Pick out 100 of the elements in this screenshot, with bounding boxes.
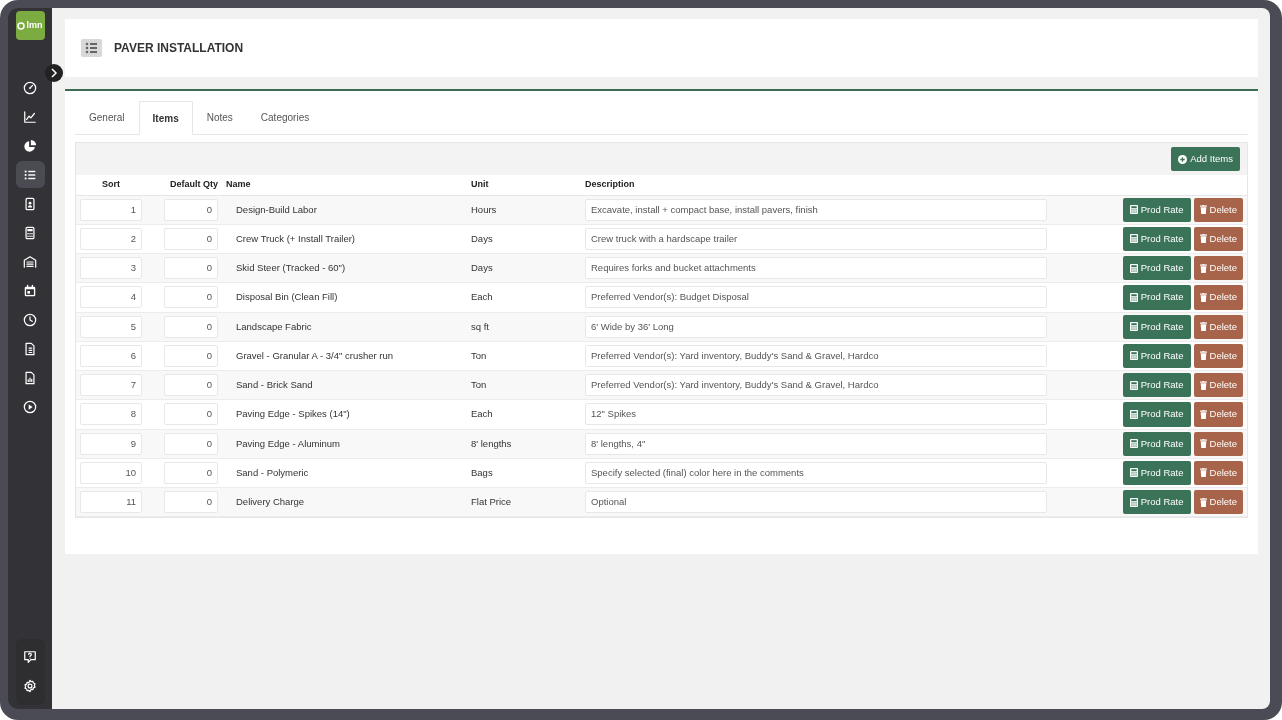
description-field[interactable]: Excavate, install + compact base, install pavers, finish <box>585 198 1047 221</box>
delete-button[interactable]: Delete <box>1193 431 1243 456</box>
delete-button[interactable]: Delete <box>1193 343 1243 368</box>
report-icon <box>23 370 37 385</box>
item-name: Paving Edge - Spikes (14") <box>236 408 350 420</box>
quantity-field[interactable]: 0 <box>164 227 218 250</box>
column-header: Default Qty <box>146 175 222 195</box>
description-field[interactable]: Preferred Vendor(s): Yard inventory, Buddy's Sand & Gravel, Hardco <box>585 344 1047 367</box>
page-title: PAVER INSTALLATION <box>114 40 244 57</box>
quantity-field[interactable]: 0 <box>164 461 218 484</box>
trash-icon <box>1199 205 1207 215</box>
item-unit: Days <box>471 232 493 244</box>
quantity-field[interactable]: 0 <box>164 257 218 280</box>
prod-rate-button[interactable]: Prod Rate <box>1122 431 1191 456</box>
description-field[interactable]: Preferred Vendor(s): Budget Disposal <box>585 286 1047 309</box>
prod-rate-button[interactable]: Prod Rate <box>1122 402 1191 427</box>
clock-icon <box>23 312 37 327</box>
sort-field[interactable]: 1 <box>80 198 142 221</box>
delete-button[interactable]: Delete <box>1193 197 1243 222</box>
sort-field[interactable]: 2 <box>80 227 142 250</box>
quantity-field[interactable]: 0 <box>164 344 218 367</box>
item-name: Crew Truck (+ Install Trailer) <box>236 232 356 244</box>
list-icon <box>81 39 102 57</box>
prod-rate-button[interactable]: Prod Rate <box>1122 373 1191 398</box>
calculator-icon <box>1129 380 1138 390</box>
calculator-icon <box>1129 205 1138 215</box>
column-header: Description <box>581 175 1051 195</box>
description-field[interactable]: 8' lengths, 4" <box>585 432 1047 455</box>
sort-field[interactable]: 11 <box>80 491 142 514</box>
tab[interactable]: Categories <box>246 101 324 134</box>
calculator-icon <box>1129 351 1138 361</box>
description-field[interactable]: 12" Spikes <box>585 403 1047 426</box>
prod-rate-button[interactable]: Prod Rate <box>1122 197 1191 222</box>
item-unit: Bags <box>471 466 493 478</box>
add-items-button[interactable]: Add Items <box>1171 146 1240 172</box>
prod-rate-button[interactable]: Prod Rate <box>1122 314 1191 339</box>
column-header: Unit <box>467 175 581 195</box>
quantity-field[interactable]: 0 <box>164 432 218 455</box>
trash-icon <box>1199 497 1207 507</box>
prod-rate-button[interactable]: Prod Rate <box>1122 285 1191 310</box>
sort-field[interactable]: 4 <box>80 286 142 309</box>
quantity-field[interactable]: 0 <box>164 491 218 514</box>
quantity-field[interactable]: 0 <box>164 315 218 338</box>
delete-button[interactable]: Delete <box>1193 402 1243 427</box>
item-unit: sq ft <box>471 320 489 332</box>
plus-circle-icon <box>1178 154 1188 164</box>
pie-chart-icon <box>23 138 37 153</box>
id-card-icon <box>23 196 37 211</box>
delete-button[interactable]: Delete <box>1193 373 1243 398</box>
sort-field[interactable]: 7 <box>80 374 142 397</box>
item-name: Delivery Charge <box>236 496 305 507</box>
item-name: Sand - Polymeric <box>236 466 309 478</box>
quantity-field[interactable]: 0 <box>164 286 218 309</box>
description-field[interactable]: Optional <box>585 491 1047 514</box>
trash-icon <box>1199 292 1207 302</box>
trash-icon <box>1199 263 1207 273</box>
quantity-field[interactable]: 0 <box>164 374 218 397</box>
sort-field[interactable]: 8 <box>80 403 142 426</box>
tab[interactable]: General <box>75 101 139 134</box>
delete-button[interactable]: Delete <box>1193 314 1243 339</box>
trash-icon <box>1199 468 1207 478</box>
play-icon <box>23 399 37 414</box>
sort-field[interactable]: 9 <box>80 432 142 455</box>
description-field[interactable]: Requires forks and bucket attachments <box>585 257 1047 280</box>
quantity-field[interactable]: 0 <box>164 198 218 221</box>
sort-field[interactable]: 6 <box>80 344 142 367</box>
delete-button[interactable]: Delete <box>1193 226 1243 251</box>
delete-button[interactable]: Delete <box>1193 285 1243 310</box>
quantity-field[interactable]: 0 <box>164 403 218 426</box>
column-header: Sort <box>76 175 146 195</box>
item-unit: Hours <box>471 203 497 215</box>
expand-button[interactable] <box>45 64 63 82</box>
delete-button[interactable]: Delete <box>1193 490 1243 515</box>
trash-icon <box>1199 380 1207 390</box>
column-header: Name <box>222 175 467 195</box>
item-name: Gravel - Granular A - 3/4" crusher run <box>236 349 394 361</box>
sort-field[interactable]: 5 <box>80 315 142 338</box>
calculator-icon <box>1129 439 1138 449</box>
sort-field[interactable]: 3 <box>80 257 142 280</box>
item-name: Paving Edge - Aluminum <box>236 437 341 449</box>
calculator-icon <box>23 225 37 240</box>
description-field[interactable]: Specify selected (final) color here in the comments <box>585 461 1047 484</box>
description-field[interactable]: 6' Wide by 36' Long <box>585 315 1047 338</box>
prod-rate-button[interactable]: Prod Rate <box>1122 490 1191 515</box>
gauge-icon <box>23 80 37 95</box>
trash-icon <box>1199 234 1207 244</box>
sort-field[interactable]: 10 <box>80 461 142 484</box>
delete-button[interactable]: Delete <box>1193 256 1243 281</box>
description-field[interactable]: Preferred Vendor(s): Yard inventory, Buddy's Sand & Gravel, Hardco <box>585 374 1047 397</box>
calculator-icon <box>1129 497 1138 507</box>
help-icon <box>23 649 37 664</box>
prod-rate-button[interactable]: Prod Rate <box>1122 226 1191 251</box>
tab[interactable]: Notes <box>192 101 247 134</box>
prod-rate-button[interactable]: Prod Rate <box>1122 343 1191 368</box>
delete-button[interactable]: Delete <box>1193 460 1243 485</box>
sidebar-item[interactable] <box>15 161 45 188</box>
prod-rate-button[interactable]: Prod Rate <box>1122 256 1191 281</box>
prod-rate-button[interactable]: Prod Rate <box>1122 460 1191 485</box>
description-field[interactable]: Crew truck with a hardscape trailer <box>585 227 1047 250</box>
tab[interactable]: Items <box>138 101 193 135</box>
